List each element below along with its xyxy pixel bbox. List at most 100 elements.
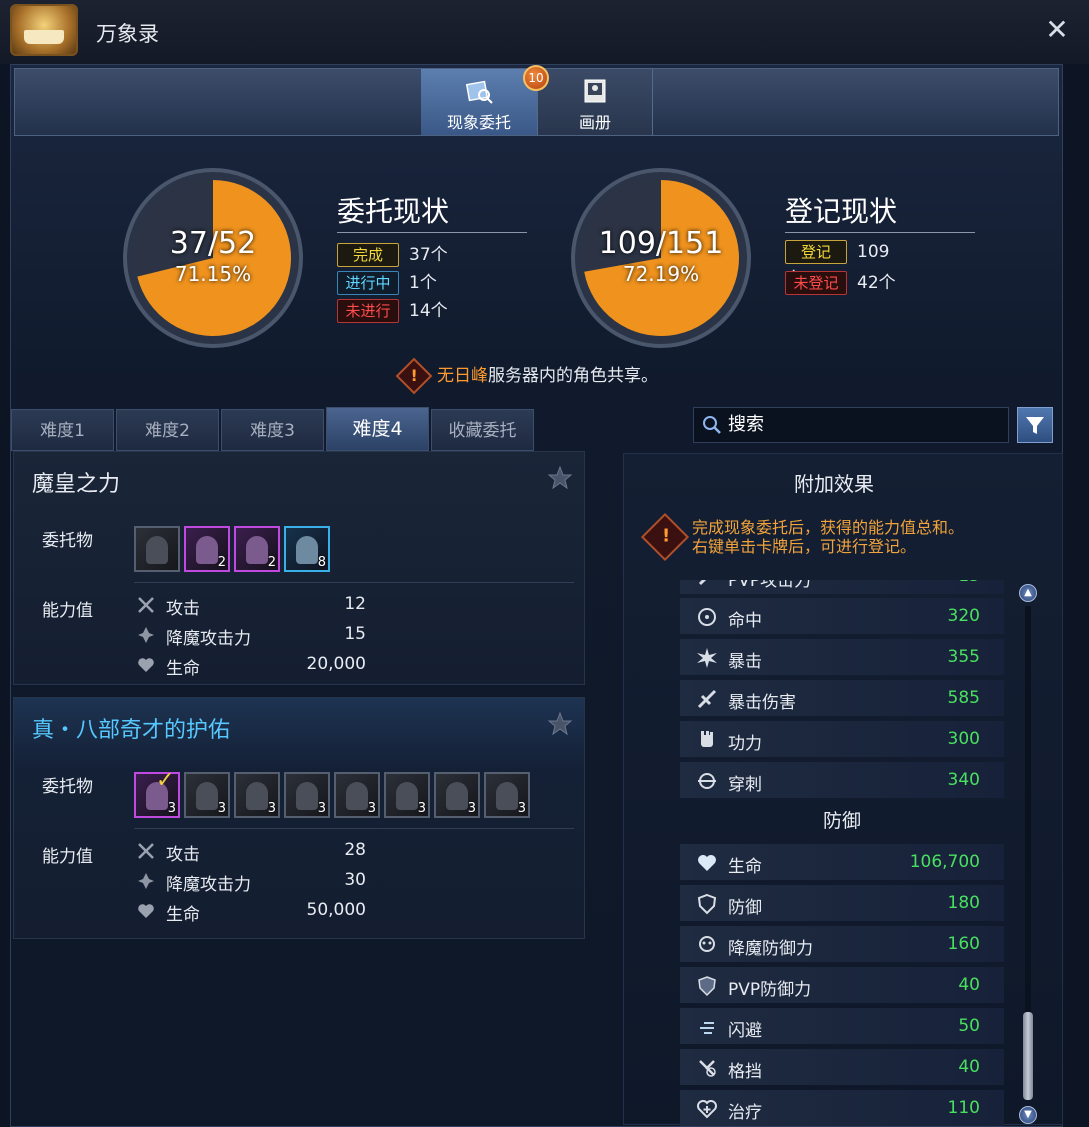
item-slot[interactable]: 3	[434, 772, 480, 818]
stat-name: 降魔攻击力	[166, 875, 251, 895]
bonus-name: 暴击伤害	[728, 693, 796, 713]
item-count: 2	[267, 555, 276, 570]
divider	[134, 582, 574, 583]
crosshair-icon	[698, 608, 716, 626]
bonus-name: PVP防御力	[728, 980, 812, 1000]
items-label: 委托物	[42, 777, 93, 797]
title-bar: 万象录 ✕	[0, 0, 1089, 64]
favorite-star-icon[interactable]	[546, 464, 574, 492]
search-input[interactable]: 搜索	[693, 407, 1009, 443]
bonus-row: 生命 106,700	[680, 844, 1004, 880]
demon-defense-icon	[699, 936, 715, 952]
filter-button[interactable]	[1017, 407, 1053, 443]
tab-difficulty-2[interactable]: 难度2	[116, 409, 219, 451]
heart-icon	[698, 855, 716, 871]
in-progress-count: 1个	[409, 273, 437, 293]
pvp-attack-icon	[698, 580, 707, 586]
bonus-name: 生命	[728, 857, 762, 877]
commission-card[interactable]: 魔皇之力 委托物 2 2 8 能力值 攻击 12 降魔攻击力 15 生命 20,…	[13, 451, 585, 685]
favorite-star-icon[interactable]	[546, 710, 574, 738]
bonus-row: 命中 320	[680, 598, 1004, 634]
bonus-value: 300	[947, 729, 980, 749]
tab-phenomenon-commission[interactable]: 现象委托	[421, 69, 537, 135]
filter-icon	[1026, 417, 1044, 434]
unregistered-tag: 未登记	[785, 271, 847, 295]
bonus-value: 106,700	[909, 852, 980, 872]
item-slot[interactable]: 3	[484, 772, 530, 818]
stat-row: 降魔攻击力 30	[136, 868, 366, 895]
bonus-value: 585	[947, 688, 980, 708]
search-icon	[703, 416, 721, 434]
scroll-down-button[interactable]: ▼	[1019, 1106, 1037, 1124]
tab-label: 画册	[578, 113, 611, 132]
card-figure	[246, 536, 268, 564]
item-slot[interactable]: 3	[234, 772, 280, 818]
stat-row: 生命 20,000	[136, 652, 366, 679]
stat-row: 降魔攻击力 15	[136, 622, 366, 649]
card-figure	[196, 536, 218, 564]
stats-label: 能力值	[42, 847, 93, 867]
card-figure	[346, 782, 368, 810]
bonus-note-line: 右键单击卡牌后，可进行登记。	[692, 537, 917, 556]
item-slot[interactable]	[134, 526, 180, 572]
item-slot[interactable]: ✓ 3	[134, 768, 180, 818]
bonus-row: 格挡 40	[680, 1049, 1004, 1085]
in-progress-tag: 进行中	[337, 271, 399, 295]
stat-value: 12	[344, 594, 366, 614]
card-figure	[296, 782, 318, 810]
scroll-thumb[interactable]	[1023, 1012, 1033, 1100]
scrollbar[interactable]: ▲ ▼	[1018, 580, 1038, 1126]
commission-count: 37/52	[169, 226, 257, 261]
bonus-value: 180	[947, 893, 980, 913]
item-slot[interactable]: 3	[384, 772, 430, 818]
tab-difficulty-4[interactable]: 难度4	[326, 407, 429, 451]
commission-status-title: 委托现状	[337, 195, 450, 228]
bonus-name: 命中	[728, 611, 762, 631]
item-count: 3	[517, 801, 526, 816]
tab-favorites[interactable]: 收藏委托	[431, 409, 534, 451]
commission-card[interactable]: 真・八部奇才的护佑 委托物 ✓ 3 3 3 3 3 3 3 3 能力值 攻击 28	[13, 697, 585, 939]
bonus-name: 治疗	[728, 1103, 762, 1123]
stat-name: 攻击	[166, 599, 200, 619]
scroll-up-button[interactable]: ▲	[1019, 584, 1037, 602]
item-slot[interactable]: 8	[284, 526, 330, 572]
item-slot[interactable]: 2	[234, 526, 280, 572]
shield-icon	[697, 893, 717, 915]
bonus-row: 功力 300	[680, 721, 1004, 757]
tab-difficulty-3[interactable]: 难度3	[221, 409, 324, 451]
tab-difficulty-1[interactable]: 难度1	[11, 409, 114, 451]
stat-row: 攻击 12	[136, 592, 366, 619]
item-count: 3	[267, 801, 276, 816]
close-button[interactable]: ✕	[1043, 16, 1071, 44]
bonus-value: 40	[958, 975, 980, 995]
bonus-value: 355	[947, 647, 980, 667]
stat-name: 降魔攻击力	[166, 629, 251, 649]
registration-status: 109/151 72.19% 登记现状 登记109个 未登记 42个	[459, 168, 975, 348]
tab-album[interactable]: 画册	[537, 69, 653, 135]
stat-row: 生命 50,000	[136, 898, 366, 925]
notice-text: 服务器内的角色共享。	[488, 366, 658, 386]
bonus-stat-list: PVP攻击力 15 命中 320 暴击 355 暴击伤害 585 功力	[680, 580, 1010, 1126]
bonus-note: 完成现象委托后，获得的能力值总和。 右键单击卡牌后，可进行登记。	[692, 518, 964, 556]
bonus-row: 闪避 50	[680, 1008, 1004, 1044]
crossed-swords-icon	[138, 597, 154, 613]
stats-label: 能力值	[42, 601, 93, 621]
item-slot[interactable]: 3	[184, 772, 230, 818]
item-count: 3	[317, 801, 326, 816]
bonus-value: 110	[947, 1098, 980, 1118]
item-slot[interactable]: 3	[284, 772, 330, 818]
item-slot[interactable]: 2	[184, 526, 230, 572]
demon-attack-icon	[138, 627, 154, 643]
bonus-row: 治疗 110	[680, 1090, 1004, 1126]
bonus-row: 降魔防御力 160	[680, 926, 1004, 962]
commission-status: 37/52 71.15% 委托现状 完成 37个 进行中 1个 未进行 14个	[11, 168, 527, 348]
bonus-value: 320	[947, 606, 980, 626]
bonus-name: PVP攻击力	[728, 580, 812, 591]
top-tab-bar: 现象委托 画册 10	[14, 65, 1059, 136]
bonus-row: 暴击 355	[680, 639, 1004, 675]
item-slot[interactable]: 3	[334, 772, 380, 818]
bonus-name: 穿刺	[728, 775, 762, 795]
done-tag: 完成	[337, 243, 399, 267]
card-title: 真・八部奇才的护佑	[32, 718, 231, 743]
item-count: 3	[217, 801, 226, 816]
